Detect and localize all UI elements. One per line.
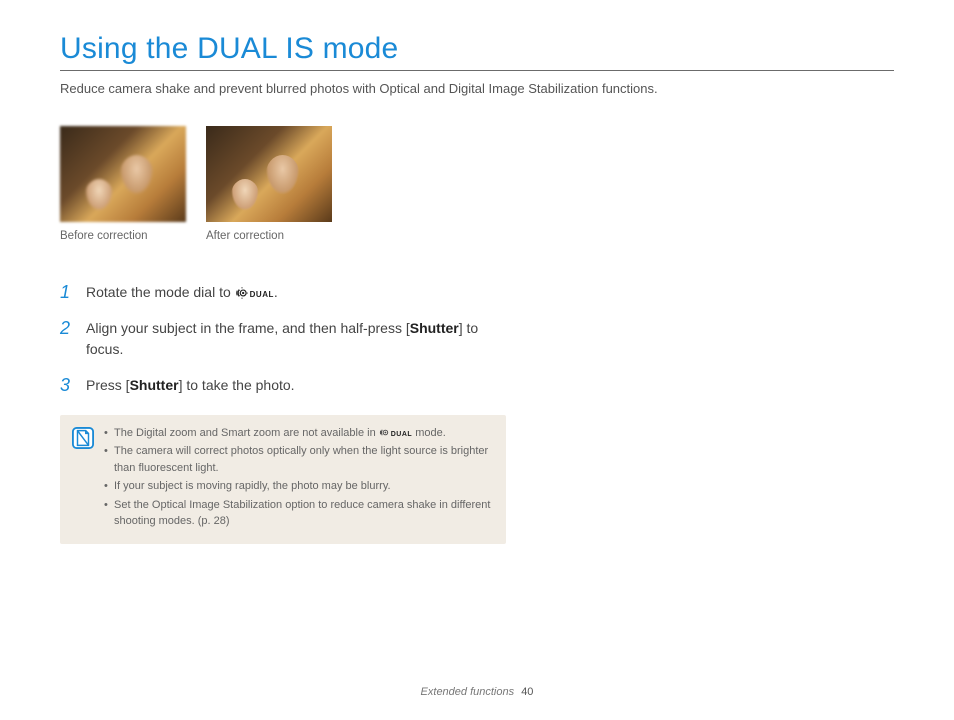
step-3-post: ] to take the photo. — [179, 377, 295, 393]
step-2-pre: Align your subject in the frame, and the… — [86, 320, 410, 336]
step-text: Rotate the mode dial to DUAL. — [86, 282, 278, 304]
after-block: After correction — [206, 126, 332, 242]
dual-mode-icon: DUAL — [379, 427, 412, 438]
step-number: 1 — [60, 282, 74, 304]
note-item: If your subject is moving rapidly, the p… — [104, 478, 492, 495]
note-item: The Digital zoom and Smart zoom are not … — [104, 425, 492, 442]
note1-post: mode. — [412, 427, 446, 439]
step-number: 2 — [60, 318, 74, 361]
page-footer: Extended functions 40 — [0, 686, 954, 698]
step-1-post: . — [274, 284, 278, 300]
dual-label: DUAL — [391, 430, 412, 441]
manual-page: Using the DUAL IS mode Reduce camera sha… — [0, 0, 954, 544]
dual-label: DUAL — [250, 289, 274, 301]
dual-mode-icon: DUAL — [235, 286, 274, 300]
note-box: The Digital zoom and Smart zoom are not … — [60, 415, 506, 544]
note1-pre: The Digital zoom and Smart zoom are not … — [114, 427, 379, 439]
before-image — [60, 126, 186, 222]
step-number: 3 — [60, 375, 74, 397]
after-caption: After correction — [206, 230, 332, 242]
title-rule — [60, 70, 894, 71]
shutter-bold: Shutter — [410, 320, 459, 336]
step-3: 3 Press [Shutter] to take the photo. — [60, 375, 500, 397]
before-block: Before correction — [60, 126, 186, 242]
step-text: Press [Shutter] to take the photo. — [86, 375, 295, 397]
step-text: Align your subject in the frame, and the… — [86, 318, 500, 361]
step-1: 1 Rotate the mode dial to DUAL. — [60, 282, 500, 304]
after-image — [206, 126, 332, 222]
note-list: The Digital zoom and Smart zoom are not … — [104, 425, 492, 532]
step-2: 2 Align your subject in the frame, and t… — [60, 318, 500, 361]
footer-page-number: 40 — [521, 686, 533, 698]
footer-section: Extended functions — [421, 686, 515, 698]
comparison-images: Before correction After correction — [60, 126, 894, 242]
step-3-pre: Press [ — [86, 377, 130, 393]
shutter-bold: Shutter — [130, 377, 179, 393]
page-title: Using the DUAL IS mode — [60, 32, 894, 66]
note-item: The camera will correct photos optically… — [104, 443, 492, 476]
step-1-pre: Rotate the mode dial to — [86, 284, 235, 300]
page-subtitle: Reduce camera shake and prevent blurred … — [60, 81, 894, 96]
note-icon — [72, 427, 94, 449]
note-item: Set the Optical Image Stabilization opti… — [104, 497, 492, 530]
steps-list: 1 Rotate the mode dial to DUAL. 2 Align … — [60, 282, 500, 397]
before-caption: Before correction — [60, 230, 186, 242]
